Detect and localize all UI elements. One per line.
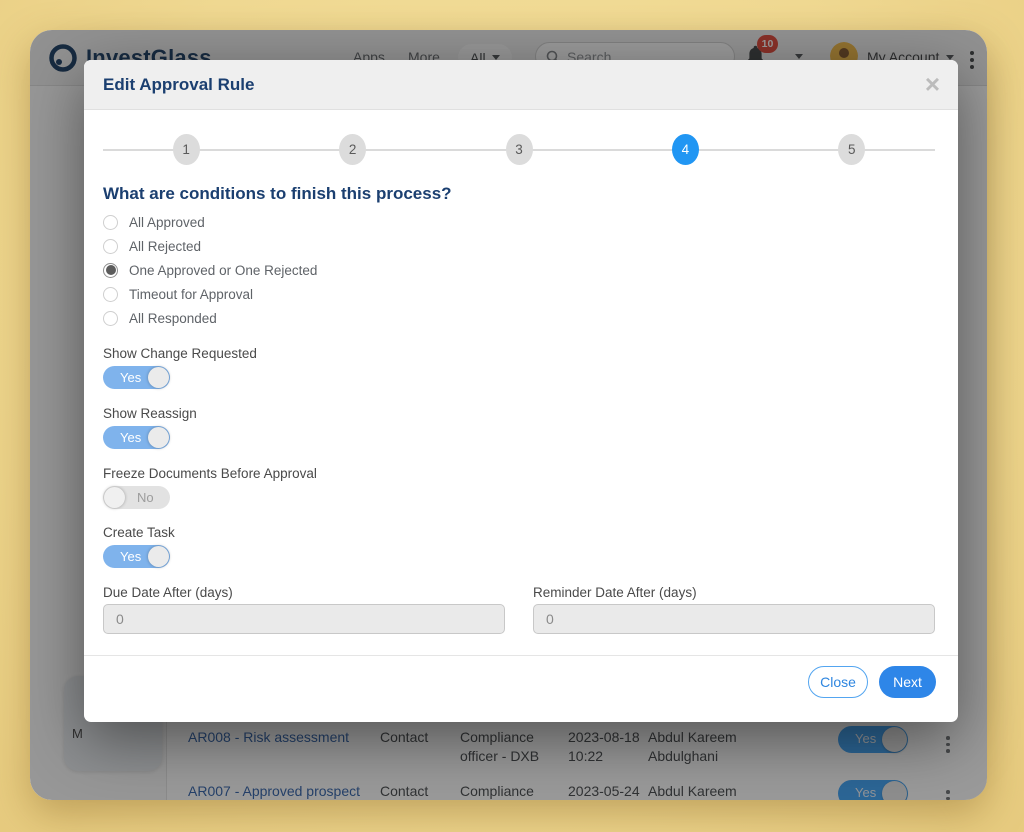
step-5[interactable]: 5: [838, 134, 866, 165]
reminder-date-after-label: Reminder Date After (days): [533, 585, 697, 600]
radio-label: All Responded: [129, 310, 217, 326]
step-3[interactable]: 3: [505, 134, 533, 165]
radio-circle-icon: [103, 238, 118, 254]
radio-label: One Approved or One Rejected: [129, 262, 318, 278]
radio-timeout-for-approval[interactable]: Timeout for Approval: [103, 282, 317, 306]
show-change-requested-label: Show Change Requested: [103, 346, 257, 361]
toggle-state-label: Yes: [120, 549, 142, 564]
freeze-documents-toggle[interactable]: No: [103, 486, 170, 509]
radio-all-rejected[interactable]: All Rejected: [103, 234, 317, 258]
toggle-knob: [148, 427, 169, 448]
radio-label: Timeout for Approval: [129, 286, 254, 302]
due-date-after-input[interactable]: [103, 604, 505, 634]
close-button[interactable]: Close: [808, 666, 868, 698]
freeze-documents-label: Freeze Documents Before Approval: [103, 466, 317, 481]
create-task-label: Create Task: [103, 525, 175, 540]
edit-approval-rule-modal: Edit Approval Rule × 1 2 3 4 5 What are …: [84, 60, 958, 722]
step-1[interactable]: 1: [172, 134, 200, 165]
radio-circle-icon: [103, 310, 118, 326]
toggle-state-label: Yes: [120, 430, 142, 445]
radio-circle-icon: [103, 286, 118, 302]
toggle-state-label: Yes: [120, 370, 142, 385]
condition-radio-group: All Approved All Rejected One Approved o…: [103, 210, 317, 330]
radio-all-approved[interactable]: All Approved: [103, 210, 317, 234]
modal-header: Edit Approval Rule ×: [84, 60, 958, 110]
step-4-active[interactable]: 4: [671, 134, 699, 165]
reminder-date-after-input[interactable]: [533, 604, 935, 634]
create-task-toggle[interactable]: Yes: [103, 545, 170, 568]
toggle-knob: [104, 487, 125, 508]
footer-divider: [84, 655, 958, 656]
radio-all-responded[interactable]: All Responded: [103, 306, 317, 330]
modal-title: Edit Approval Rule: [103, 75, 255, 94]
wizard-stepper: 1 2 3 4 5: [103, 134, 935, 166]
show-change-requested-toggle[interactable]: Yes: [103, 366, 170, 389]
desktop-background: InvestGlass Apps More All 10: [0, 0, 1024, 832]
radio-one-approved-or-rejected[interactable]: One Approved or One Rejected: [103, 258, 317, 282]
step-2[interactable]: 2: [339, 134, 367, 165]
radio-label: All Rejected: [129, 238, 202, 254]
toggle-knob: [148, 367, 169, 388]
toggle-state-label: No: [137, 490, 154, 505]
question-heading: What are conditions to finish this proce…: [103, 184, 452, 203]
radio-selected-icon: [103, 262, 118, 278]
show-reassign-toggle[interactable]: Yes: [103, 426, 170, 449]
due-date-after-label: Due Date After (days): [103, 585, 233, 600]
toggle-knob: [148, 546, 169, 567]
radio-label: All Approved: [129, 214, 205, 230]
next-button[interactable]: Next: [879, 666, 936, 698]
show-reassign-label: Show Reassign: [103, 406, 197, 421]
close-icon[interactable]: ×: [925, 70, 940, 98]
radio-circle-icon: [103, 214, 118, 230]
